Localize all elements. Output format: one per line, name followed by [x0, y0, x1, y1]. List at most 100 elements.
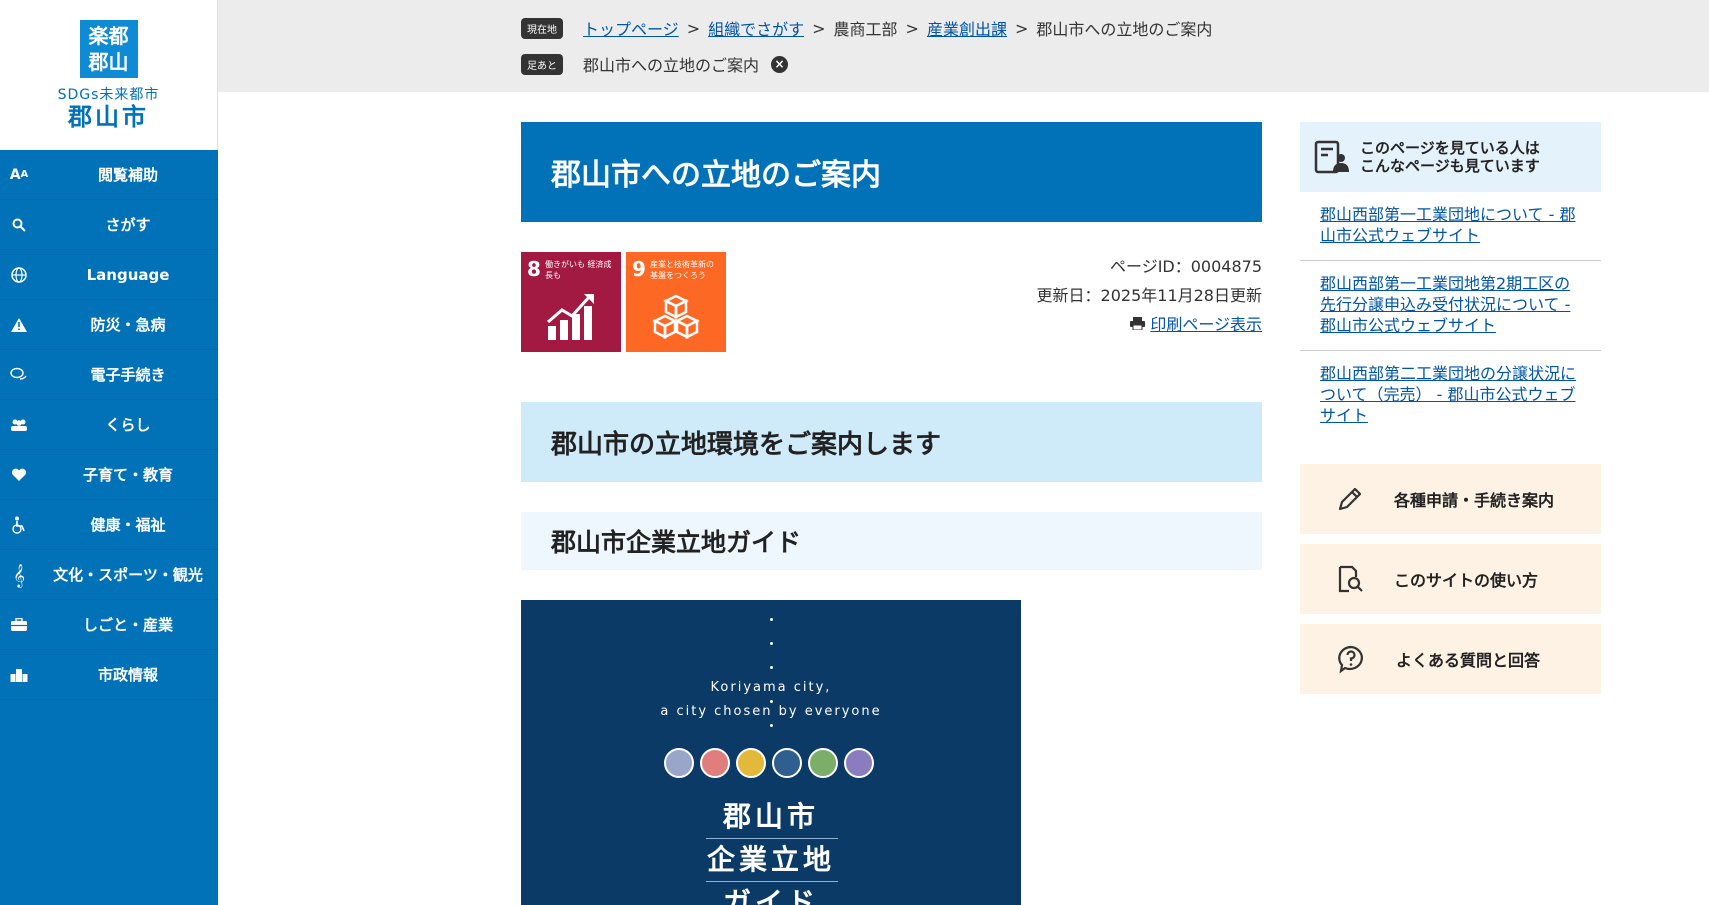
decorative-dot [770, 666, 773, 669]
related-heading-line2: こんなページも見ています [1360, 157, 1540, 175]
sidebar-item-label: 子育て・教育 [82, 466, 173, 484]
cta-label: このサイトの使い方 [1394, 571, 1539, 590]
sidebar-item-childcare[interactable]: 子育て・教育 [0, 450, 218, 500]
close-icon[interactable]: × [771, 55, 789, 73]
page-meta: 8 働きがいも 経済成長も 9 産業と技術革新の 基盤をつくろう ページID：0… [521, 222, 1262, 402]
truck-icon [844, 748, 874, 778]
sidebar-item-label: しごと・産業 [82, 616, 173, 634]
subsection-heading: 郡山市企業立地ガイド [521, 512, 1262, 570]
warning-icon [9, 315, 29, 335]
wind-turbine-icon [772, 748, 802, 778]
industry-icons [664, 748, 874, 778]
question-bubble-icon [1338, 645, 1363, 674]
breadcrumb-separator: > [686, 18, 701, 38]
printer-icon [1130, 315, 1150, 334]
logo-mark: 楽都 郡山 [79, 20, 138, 78]
applications-guide-button[interactable]: 各種申請・手続き案内 [1300, 464, 1601, 534]
breadcrumb-org-link[interactable]: 組織でさがす [708, 16, 804, 40]
person-document-icon [1314, 140, 1349, 174]
print-page-link[interactable]: 印刷ページ表示 [1150, 315, 1262, 334]
heart-icon [9, 465, 29, 485]
people-icon [9, 415, 29, 435]
sidebar-item-label: さがす [105, 216, 151, 234]
guide-title-line1: 郡山市 [722, 800, 819, 833]
pencil-icon [1338, 487, 1362, 511]
sdg-8-badge: 8 働きがいも 経済成長も [521, 252, 621, 352]
sidebar-item-health[interactable]: 健康・福祉 [0, 500, 218, 550]
decorative-dot [770, 618, 773, 621]
page-title: 郡山市への立地のご案内 [521, 122, 1262, 222]
guide-title-line3: ガイド [722, 886, 819, 905]
breadcrumb: 現在地 トップページ > 組織でさがす > 農商工部 > 産業創出課 > 郡山市… [521, 16, 1212, 40]
history-item[interactable]: 郡山市への立地のご案内 [583, 52, 759, 76]
related-link[interactable]: 郡山西部第二工業団地の分譲状況について（完売） - 郡山市公式ウェブサイト [1300, 351, 1601, 440]
breadcrumb-section-link[interactable]: 産業創出課 [927, 16, 1007, 40]
history-tag: 足あと [521, 53, 563, 75]
site-usage-button[interactable]: このサイトの使い方 [1300, 544, 1601, 614]
breadcrumb-band: 現在地 トップページ > 組織でさがす > 農商工部 > 産業創出課 > 郡山市… [218, 0, 1709, 92]
logo-tagline: SDGs未来都市 [57, 87, 160, 103]
search-icon [9, 215, 29, 235]
sidebar-item-label: くらし [105, 416, 151, 434]
history-trail: 足あと 郡山市への立地のご案内 × [521, 52, 789, 76]
sidebar-item-label: 防災・急病 [90, 316, 166, 334]
section-heading: 郡山市の立地環境をご案内します [521, 402, 1262, 482]
sdg-9-text: 産業と技術革新の 基盤をつくろう [650, 260, 714, 280]
decorative-dot [770, 642, 773, 645]
sidebar-item-e-procedures[interactable]: 電子手続き [0, 350, 218, 400]
decorative-dot [770, 724, 773, 727]
site-logo[interactable]: 楽都 郡山 SDGs未来都市 郡山市 [0, 0, 218, 150]
tractor-icon [700, 748, 730, 778]
cta-label: よくある質問と回答 [1396, 651, 1541, 670]
related-pages-heading: このページを見ている人は こんなページも見ています [1300, 122, 1601, 192]
breadcrumb-department: 農商工部 [833, 20, 898, 39]
sidebar-item-label: 健康・福祉 [90, 516, 166, 534]
breadcrumb-current: 郡山市への立地のご案内 [1036, 20, 1213, 39]
breadcrumb-top-link[interactable]: トップページ [583, 16, 679, 40]
sidebar-item-label: Language [86, 265, 170, 284]
related-heading-text: このページを見ている人は こんなページも見ています [1360, 139, 1540, 175]
print-link[interactable]: 印刷ページ表示 [1037, 310, 1262, 339]
sdg-8-number: 8 [527, 257, 541, 281]
sidebar-item-reading-assist[interactable]: AA 閲覧補助 [0, 150, 218, 200]
right-sidebar: このページを見ている人は こんなページも見ています 郡山西部第一工業団地について… [1300, 122, 1601, 694]
sidebar-item-culture[interactable]: 𝄞 文化・スポーツ・観光 [0, 550, 218, 600]
building-icon [9, 665, 29, 685]
sidebar-item-living[interactable]: くらし [0, 400, 218, 450]
sdg-8-text: 働きがいも 経済成長も [545, 260, 612, 280]
related-heading-line1: このページを見ている人は [1360, 139, 1540, 157]
page-id: ページID：0004875 [1110, 257, 1262, 276]
breadcrumb-separator: > [812, 18, 826, 38]
page-info: ページID：0004875 更新日：2025年11月28日更新 印刷ページ表示 [1037, 252, 1262, 339]
cta-label: 各種申請・手続き案内 [1394, 491, 1555, 510]
related-link[interactable]: 郡山西部第一工業団地第2期工区の先行分譲申込み受付状況について - 郡山市公式ウ… [1300, 261, 1601, 351]
guide-english-line2: a city chosen by everyone [660, 704, 882, 719]
guide-title-line2: 企業立地 [706, 843, 835, 876]
sidebar-item-label: 文化・スポーツ・観光 [53, 566, 203, 584]
main-content: 郡山市への立地のご案内 8 働きがいも 経済成長も 9 産業と技術革新の 基盤を… [521, 122, 1262, 905]
music-icon: 𝄞 [13, 562, 25, 587]
font-size-icon: AA [9, 166, 29, 183]
decorative-dot [770, 700, 773, 703]
logo-city-name: 郡山市 [68, 103, 149, 131]
location-guide-cover-image[interactable]: Koriyama city, a city chosen by everyone… [521, 600, 1021, 905]
robot-arm-icon [736, 748, 766, 778]
sidebar-item-language[interactable]: Language [0, 250, 218, 300]
updated-date: 更新日：2025年11月28日更新 [1036, 286, 1262, 305]
gears-icon [808, 748, 838, 778]
globe-icon [9, 265, 29, 285]
sdg-9-badge: 9 産業と技術革新の 基盤をつくろう [626, 252, 726, 352]
cubes-icon [652, 294, 700, 340]
sidebar-item-work[interactable]: しごと・産業 [0, 600, 218, 650]
wheelchair-icon [9, 515, 29, 535]
document-search-icon [1338, 565, 1363, 593]
related-link[interactable]: 郡山西部第一工業団地について - 郡山市公式ウェブサイト [1300, 192, 1601, 261]
briefcase-icon [9, 615, 29, 635]
growth-chart-icon [547, 294, 594, 340]
sidebar-item-label: 電子手続き [90, 366, 166, 384]
logo-mark-line2: 郡山 [88, 50, 129, 74]
sidebar-item-search[interactable]: さがす [0, 200, 218, 250]
faq-button[interactable]: よくある質問と回答 [1300, 624, 1601, 694]
sidebar-item-disaster[interactable]: 防災・急病 [0, 300, 218, 350]
sidebar-item-city-admin[interactable]: 市政情報 [0, 650, 218, 700]
